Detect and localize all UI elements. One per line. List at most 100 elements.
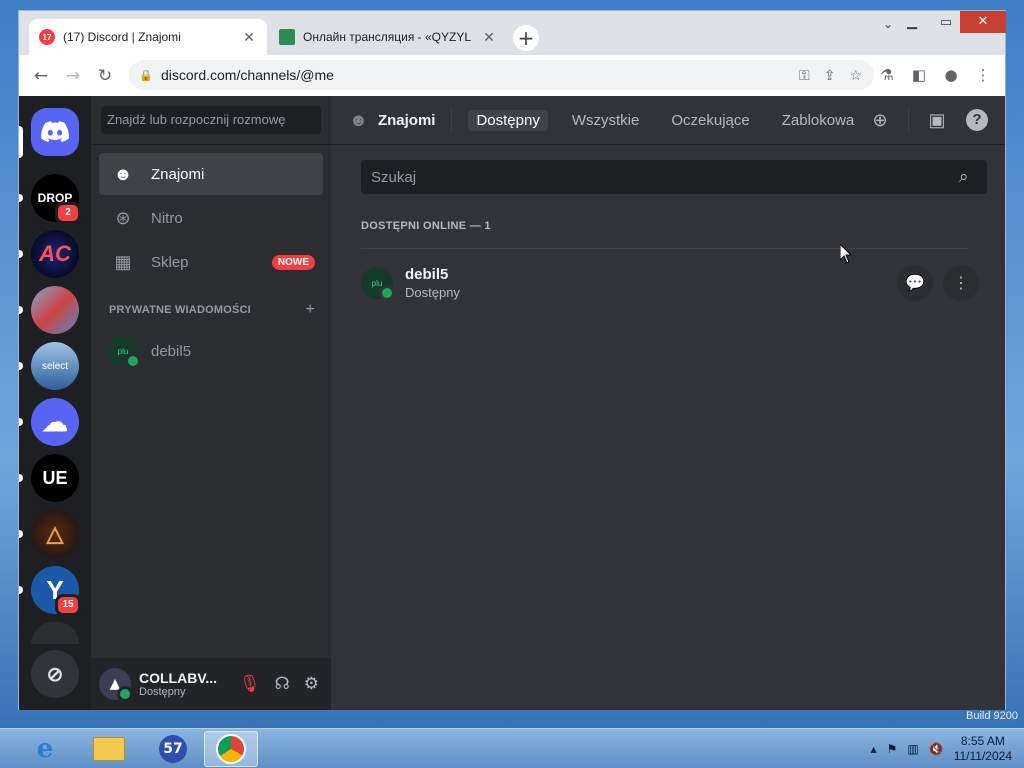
- friends-header: ☻ Znajomi Dostępny Wszystkie Oczekujące …: [331, 96, 1005, 145]
- tab-stream[interactable]: Онлайн трансляция - «QYZYL ✕: [269, 19, 507, 55]
- reload-button[interactable]: ↻: [93, 64, 117, 88]
- forward-button[interactable]: →: [61, 64, 85, 88]
- user-info[interactable]: COLLABV... Dostępny: [139, 670, 217, 698]
- tab-title: Онлайн трансляция - «QYZYL: [303, 30, 472, 44]
- file-explorer-folder-icon[interactable]: [82, 731, 136, 767]
- address-bar[interactable]: 🔒 discord.com/channels/@me ⚿ ⇪ ☆: [129, 60, 874, 90]
- discord-favicon-icon: 17: [39, 29, 55, 45]
- tab-search-chevron-icon[interactable]: ⌄: [883, 17, 893, 31]
- server-list: DROP 2 AC select ☁ UE △ Y 15 ⊘: [19, 96, 91, 710]
- friends-icon: ☻: [113, 163, 133, 184]
- app-57-icon[interactable]: 57: [146, 731, 200, 767]
- selected-indicator: [19, 126, 23, 158]
- sidebar-item-shop[interactable]: ▦ Sklep NOWE: [99, 241, 323, 283]
- new-tab-button[interactable]: +: [513, 25, 539, 51]
- shop-icon: ▦: [114, 251, 132, 272]
- browser-window: 17 (17) Discord | Znajomi ✕ Онлайн транс…: [18, 10, 1006, 710]
- dm-name: debil5: [151, 342, 192, 360]
- unread-pill: [19, 586, 23, 594]
- headphones-icon[interactable]: ☊: [275, 674, 290, 694]
- guild-ac-icon[interactable]: AC: [31, 230, 79, 278]
- user-status: Dostępny: [139, 686, 186, 698]
- maximize-button[interactable]: ▭: [931, 13, 961, 33]
- share-icon[interactable]: ⇪: [824, 67, 836, 84]
- internet-explorer-icon[interactable]: e: [18, 731, 72, 767]
- network-icon[interactable]: ▥: [907, 742, 918, 756]
- inbox-icon[interactable]: ▣: [925, 108, 949, 132]
- online-status-icon: [125, 353, 141, 369]
- friend-row[interactable]: plu debil5 Dostępny 💬 ⋮: [361, 254, 987, 312]
- tab-close-icon[interactable]: ✕: [241, 29, 257, 46]
- avatar: plu: [361, 267, 395, 301]
- username: COLLABV...: [139, 670, 218, 686]
- tab-close-icon[interactable]: ✕: [481, 29, 497, 46]
- taskbar: e 57 ▴ ⚑ ▥ 🔇 8:55 AM 11/11/2024: [0, 728, 1024, 768]
- friend-name: debil5: [405, 266, 449, 283]
- tray-expand-icon[interactable]: ▴: [871, 742, 877, 756]
- friends-search-field[interactable]: ⌕: [361, 160, 987, 194]
- more-kebab-icon[interactable]: ⋮: [943, 265, 979, 301]
- cloud-icon[interactable]: ☁: [31, 398, 79, 446]
- unread-pill: [19, 418, 23, 426]
- sidebar-item-friends[interactable]: ☻ Znajomi: [99, 153, 323, 195]
- volume-muted-icon[interactable]: 🔇: [929, 742, 944, 756]
- profile-avatar-icon[interactable]: ●: [941, 66, 961, 84]
- tab-discord[interactable]: 17 (17) Discord | Znajomi ✕: [29, 19, 267, 55]
- browser-toolbar: ← → ↻ 🔒 discord.com/channels/@me ⚿ ⇪ ☆ ⚗…: [19, 55, 1005, 97]
- mention-badge: 15: [55, 594, 81, 616]
- guild-ue-icon[interactable]: UE: [31, 454, 79, 502]
- unread-pill: [19, 362, 23, 370]
- friend-status: Dostępny: [405, 285, 460, 300]
- help-icon[interactable]: ?: [965, 108, 989, 132]
- guild-stamp-icon[interactable]: [31, 286, 79, 334]
- create-dm-plus-icon[interactable]: +: [305, 302, 315, 318]
- triangle-icon[interactable]: △: [31, 510, 79, 558]
- dm-sidebar: Znajdź lub rozpocznij rozmowę ☻ Znajomi …: [91, 96, 331, 710]
- back-button[interactable]: ←: [29, 64, 53, 88]
- message-bubble-icon[interactable]: 💬: [897, 265, 933, 301]
- tab-online[interactable]: Dostępny: [468, 109, 548, 131]
- key-icon[interactable]: ⚿: [799, 67, 810, 84]
- extensions-flask-icon[interactable]: ⚗: [877, 66, 897, 84]
- guild-y-icon[interactable]: Y 15: [31, 566, 81, 616]
- friends-main: ☻ Znajomi Dostępny Wszystkie Oczekujące …: [331, 96, 1005, 710]
- guild-select-icon[interactable]: select: [31, 342, 79, 390]
- address-text: discord.com/channels/@me: [161, 67, 334, 83]
- bookmark-star-icon[interactable]: ☆: [849, 67, 862, 84]
- stream-favicon-icon: [279, 29, 295, 45]
- chrome-taskbar-icon[interactable]: [204, 731, 258, 767]
- close-window-button[interactable]: ✕: [960, 11, 1006, 33]
- search-input[interactable]: [361, 167, 959, 187]
- settings-gear-icon[interactable]: ⚙: [304, 674, 319, 694]
- guild-partial-icon[interactable]: [31, 622, 79, 644]
- guild-drop-icon[interactable]: DROP 2: [31, 174, 81, 224]
- online-status-icon: [117, 686, 133, 702]
- sidebar-item-nitro[interactable]: ⊛ Nitro: [99, 197, 323, 239]
- sidebar-item-label: Nitro: [151, 209, 183, 227]
- tab-pending[interactable]: Oczekujące: [663, 110, 757, 131]
- side-panel-icon[interactable]: ◧: [909, 66, 929, 84]
- unread-pill: [19, 194, 23, 202]
- user-panel: ▲ COLLABV... Dostępny 🎙 ☊ ⚙: [91, 658, 331, 710]
- new-badge: NOWE: [271, 254, 315, 270]
- tab-all[interactable]: Wszystkie: [564, 110, 648, 131]
- unread-pill: [19, 250, 23, 258]
- unread-pill: [19, 306, 23, 314]
- find-conversation-button[interactable]: Znajdź lub rozpocznij rozmowę: [101, 106, 321, 134]
- search-icon: ⌕: [959, 167, 969, 186]
- tab-title: (17) Discord | Znajomi: [63, 30, 181, 44]
- user-avatar[interactable]: ▲: [99, 668, 133, 702]
- mute-microphone-icon[interactable]: 🎙: [239, 674, 261, 694]
- discord-home-icon[interactable]: [31, 108, 79, 156]
- tab-strip: 17 (17) Discord | Znajomi ✕ Онлайн транс…: [19, 11, 1006, 55]
- flag-icon[interactable]: ⚑: [887, 742, 898, 756]
- mention-badge: 2: [55, 202, 81, 224]
- new-group-dm-icon[interactable]: ⊕: [868, 108, 892, 132]
- minimize-button[interactable]: ▁: [897, 13, 927, 33]
- dm-item-debil5[interactable]: plu debil5: [99, 330, 323, 372]
- clock[interactable]: 8:55 AM 11/11/2024: [954, 734, 1012, 764]
- explore-compass-icon[interactable]: ⊘: [31, 650, 79, 698]
- online-status-icon: [379, 285, 395, 301]
- tab-blocked[interactable]: Zablokowa: [774, 110, 863, 131]
- menu-kebab-icon[interactable]: ⋮: [973, 66, 993, 84]
